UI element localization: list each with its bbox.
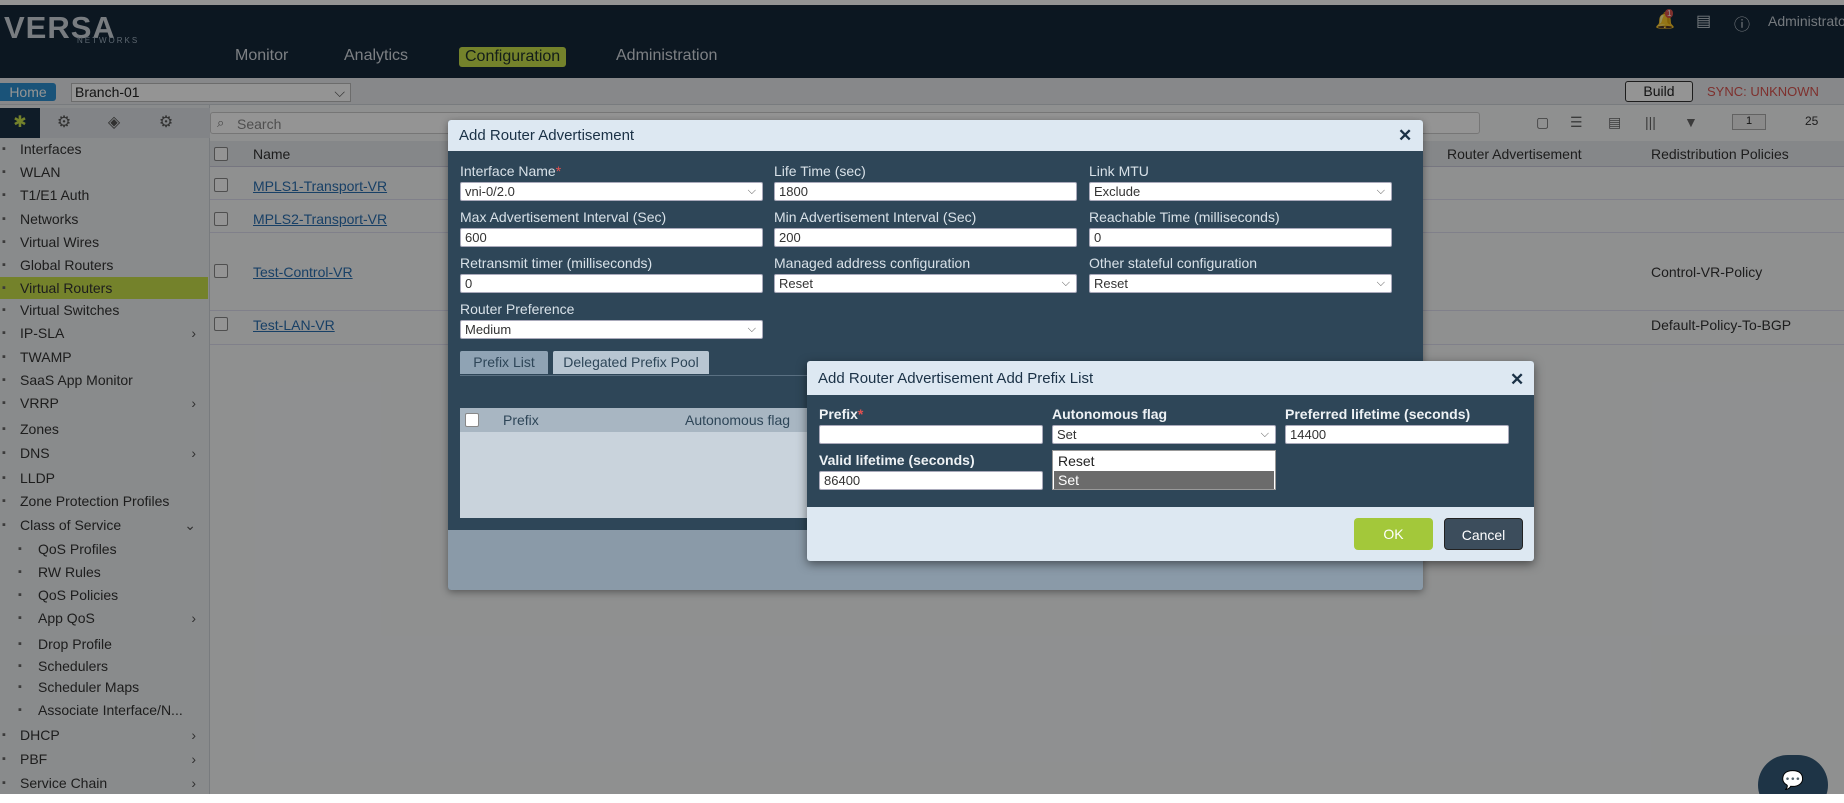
interface-name-select[interactable]: vni-0/2.0 ⌵	[460, 182, 763, 201]
ok-button[interactable]: OK	[1354, 518, 1433, 550]
link-mtu-select[interactable]: Exclude ⌵	[1089, 182, 1392, 201]
life-time-input[interactable]: 1800	[774, 182, 1077, 201]
prefix-input[interactable]	[819, 425, 1043, 444]
managed-address-select[interactable]: Reset ⌵	[774, 274, 1077, 293]
close-icon[interactable]: ✕	[1398, 126, 1412, 146]
cancel-button[interactable]: Cancel	[1444, 518, 1523, 550]
retransmit-timer-input[interactable]: 0	[460, 274, 763, 293]
chevron-down-icon: ⌵	[747, 323, 756, 335]
bottom-border	[0, 794, 1844, 803]
preferred-lifetime-input[interactable]: 14400	[1285, 425, 1509, 444]
reachable-time-input[interactable]: 0	[1089, 228, 1392, 247]
tab-delegated-prefix-pool[interactable]: Delegated Prefix Pool	[553, 351, 709, 374]
other-stateful-select[interactable]: Reset ⌵	[1089, 274, 1392, 293]
other-stateful-label: Other stateful configuration	[1089, 255, 1258, 271]
tab-prefix-list[interactable]: Prefix List	[460, 351, 548, 374]
max-adv-interval-label: Max Advertisement Interval (Sec)	[460, 209, 667, 225]
router-preference-select[interactable]: Medium ⌵	[460, 320, 763, 339]
grid-column-prefix[interactable]: Prefix	[503, 412, 539, 428]
prefix-label: Prefix*	[819, 406, 864, 422]
valid-lifetime-label: Valid lifetime (seconds)	[819, 452, 975, 468]
reachable-time-label: Reachable Time (milliseconds)	[1089, 209, 1280, 225]
min-adv-interval-label: Min Advertisement Interval (Sec)	[774, 209, 977, 225]
link-mtu-label: Link MTU	[1089, 163, 1149, 179]
router-preference-label: Router Preference	[460, 301, 575, 317]
grid-column-autonomous-flag[interactable]: Autonomous flag	[685, 412, 790, 428]
chevron-down-icon: ⌵	[1376, 277, 1385, 289]
interface-name-label: Interface Name*	[460, 163, 562, 179]
max-adv-interval-input[interactable]: 600	[460, 228, 763, 247]
close-icon[interactable]: ✕	[1510, 370, 1524, 390]
life-time-label: Life Time (sec)	[774, 163, 866, 179]
preferred-lifetime-label: Preferred lifetime (seconds)	[1285, 406, 1471, 422]
dropdown-option-set[interactable]: Set	[1054, 471, 1274, 489]
retransmit-timer-label: Retransmit timer (milliseconds)	[460, 255, 653, 271]
chevron-down-icon: ⌵	[747, 185, 756, 197]
chevron-down-icon: ⌵	[1061, 277, 1070, 289]
managed-address-label: Managed address configuration	[774, 255, 971, 271]
grid-select-all-checkbox[interactable]	[465, 413, 479, 427]
prefix-dialog-title: Add Router Advertisement Add Prefix List	[818, 370, 1094, 387]
min-adv-interval-input[interactable]: 200	[774, 228, 1077, 247]
chevron-down-icon: ⌵	[1376, 185, 1385, 197]
dropdown-option-reset[interactable]: Reset	[1054, 452, 1274, 470]
autonomous-flag-label: Autonomous flag	[1052, 406, 1168, 422]
autonomous-flag-select[interactable]: Set ⌵	[1052, 425, 1276, 444]
dialog-title: Add Router Advertisement	[459, 127, 635, 144]
chevron-down-icon: ⌵	[1260, 428, 1269, 440]
valid-lifetime-input[interactable]: 86400	[819, 471, 1043, 490]
